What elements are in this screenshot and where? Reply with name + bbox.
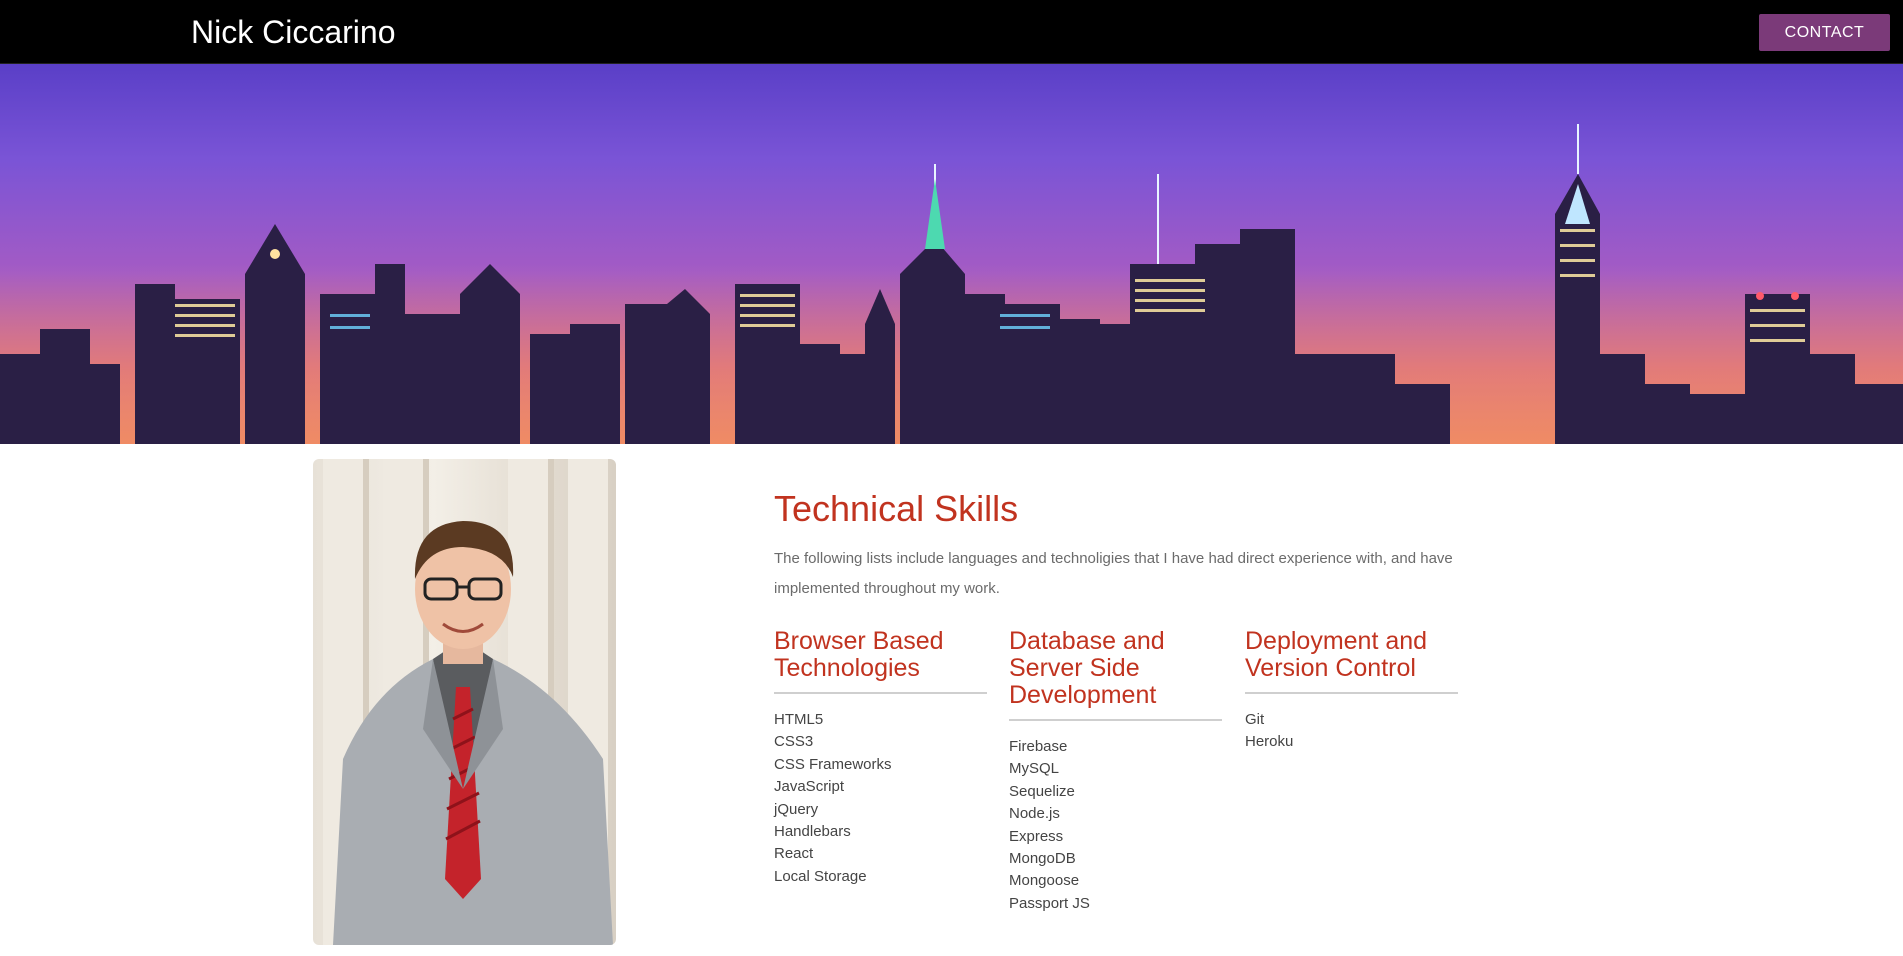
list-item: React [774,845,814,863]
column-heading: Deployment and Version Control [1245,628,1458,694]
list-item: Mongoose [1009,872,1080,890]
skills-list: Firebase MySQL Sequelize Node.js Express… [1009,736,1222,915]
column-heading: Database and Server Side Development [1009,628,1222,721]
skills-column-browser: Browser Based Technologies HTML5 CSS3 CS… [774,628,987,888]
brand-name[interactable]: Nick Ciccarino [191,12,395,52]
list-item: HTML5 [774,711,824,728]
list-item: Handlebars [774,823,851,841]
list-item: CSS Frameworks [774,755,892,773]
list-item: Sequelize [1009,782,1075,800]
skills-column-database: Database and Server Side Development Fir… [1009,628,1222,915]
portrait-illustration [323,459,613,945]
hero-skyline-image [0,64,1903,444]
list-item: JavaScript [774,778,845,796]
skills-list: HTML5 CSS3 CSS Frameworks JavaScript jQu… [774,709,987,888]
list-item: Express [1009,827,1064,845]
list-item: CSS3 [774,733,814,751]
skills-intro: The following lists include languages an… [774,550,1453,597]
list-item: jQuery [774,800,819,818]
list-item: Git [1245,711,1265,728]
column-heading: Browser Based Technologies [774,628,987,694]
list-item: Passport JS [1009,894,1090,912]
list-item: Local Storage [774,867,867,885]
profile-photo [313,459,616,945]
top-navbar: Nick Ciccarino CONTACT [0,0,1903,64]
skills-column-deployment: Deployment and Version Control Git Herok… [1245,628,1458,754]
list-item: Firebase [1009,738,1068,755]
skills-title: Technical Skills [774,488,1019,529]
list-item: MongoDB [1009,850,1076,868]
skyline-illustration [0,124,1903,444]
list-item: Heroku [1245,733,1294,751]
skills-list: Git Heroku [1245,709,1458,754]
contact-button[interactable]: CONTACT [1759,14,1890,51]
list-item: MySQL [1009,760,1060,778]
list-item: Node.js [1009,805,1060,823]
